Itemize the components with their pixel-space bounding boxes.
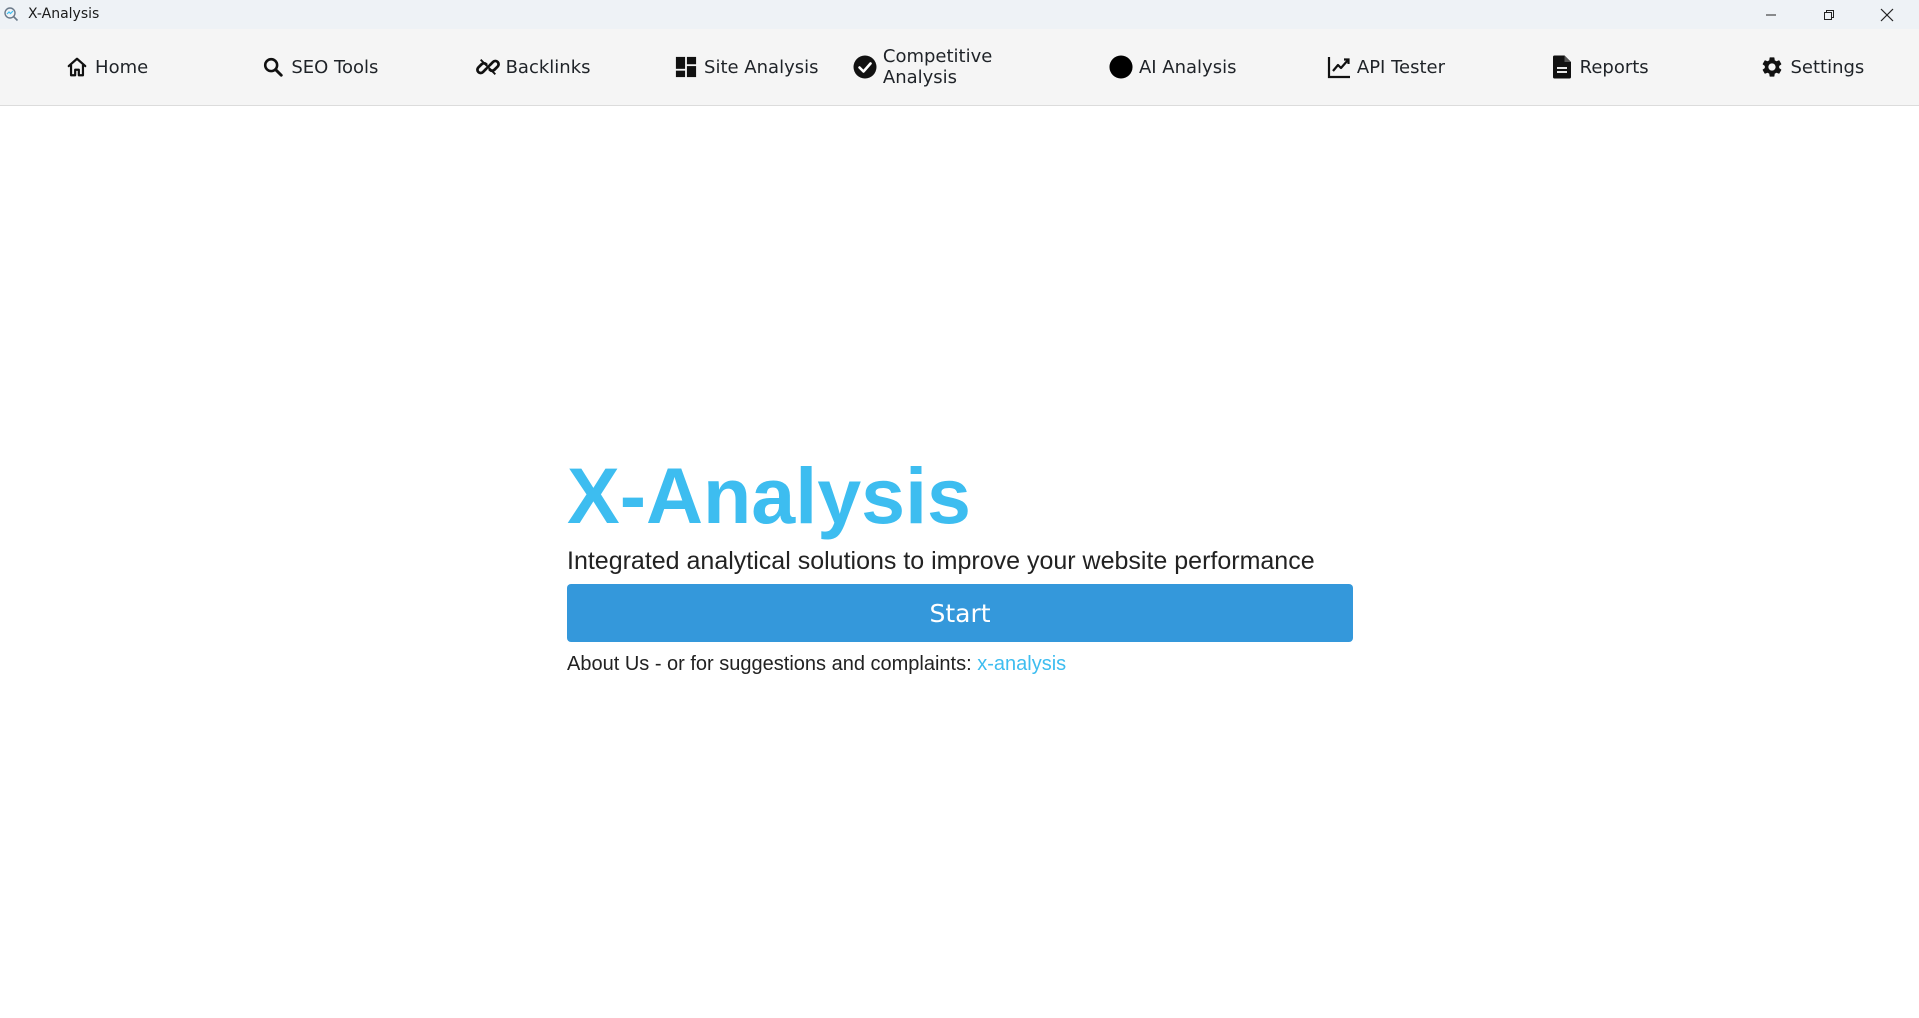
close-icon bbox=[1880, 8, 1894, 21]
hero-subtitle: Integrated analytical solutions to impro… bbox=[567, 547, 1315, 575]
nav-label-site-analysis: Site Analysis bbox=[704, 56, 819, 78]
gear-icon bbox=[1760, 55, 1784, 79]
circle-icon bbox=[1109, 55, 1133, 79]
nav-item-backlinks[interactable]: Backlinks bbox=[426, 29, 639, 105]
hero-section: X-Analysis Integrated analytical solutio… bbox=[567, 450, 1353, 676]
nav-item-home[interactable]: Home bbox=[0, 29, 213, 105]
app-window: X-Analysis Home SEO Tools Backlinks Site… bbox=[0, 0, 1919, 1018]
app-logo-icon bbox=[3, 6, 19, 22]
nav-item-seo-tools[interactable]: SEO Tools bbox=[213, 29, 426, 105]
nav-label-backlinks: Backlinks bbox=[505, 56, 591, 78]
contact-link[interactable]: x-analysis bbox=[977, 653, 1066, 675]
about-line: About Us - or for suggestions and compla… bbox=[567, 652, 1353, 676]
hero-title: X-Analysis bbox=[567, 451, 971, 540]
window-title: X-Analysis bbox=[28, 6, 100, 22]
start-button[interactable]: Start bbox=[567, 584, 1353, 642]
document-icon bbox=[1550, 55, 1574, 79]
nav-item-settings[interactable]: Settings bbox=[1706, 29, 1919, 105]
nav-label-home: Home bbox=[95, 56, 149, 78]
home-icon bbox=[65, 55, 89, 79]
nav-label-ai-analysis: AI Analysis bbox=[1138, 56, 1237, 78]
main-nav: Home SEO Tools Backlinks Site Analysis C… bbox=[0, 29, 1919, 106]
nav-label-settings: Settings bbox=[1790, 56, 1865, 78]
nav-item-reports[interactable]: Reports bbox=[1493, 29, 1706, 105]
minimize-button[interactable] bbox=[1742, 0, 1800, 29]
link-icon bbox=[475, 55, 500, 79]
grid-icon bbox=[674, 55, 698, 79]
close-button[interactable] bbox=[1858, 0, 1916, 29]
nav-item-competitive-analysis[interactable]: Competitive Analysis bbox=[853, 29, 1066, 105]
nav-label-reports: Reports bbox=[1579, 56, 1649, 78]
nav-label-competitive-analysis: Competitive Analysis bbox=[882, 46, 993, 88]
search-icon bbox=[261, 55, 285, 79]
nav-item-ai-analysis[interactable]: AI Analysis bbox=[1066, 29, 1279, 105]
title-bar[interactable]: X-Analysis bbox=[0, 0, 1919, 29]
minimize-icon bbox=[1766, 14, 1776, 15]
nav-label-api-tester: API Tester bbox=[1356, 56, 1445, 78]
chart-icon bbox=[1327, 55, 1351, 79]
nav-item-api-tester[interactable]: API Tester bbox=[1279, 29, 1492, 105]
restore-icon bbox=[1824, 9, 1834, 20]
nav-item-site-analysis[interactable]: Site Analysis bbox=[640, 29, 853, 105]
restore-button[interactable] bbox=[1800, 0, 1858, 29]
about-text: About Us - or for suggestions and compla… bbox=[567, 653, 978, 675]
check-circle-icon bbox=[853, 55, 877, 79]
nav-label-seo-tools: SEO Tools bbox=[291, 56, 379, 78]
